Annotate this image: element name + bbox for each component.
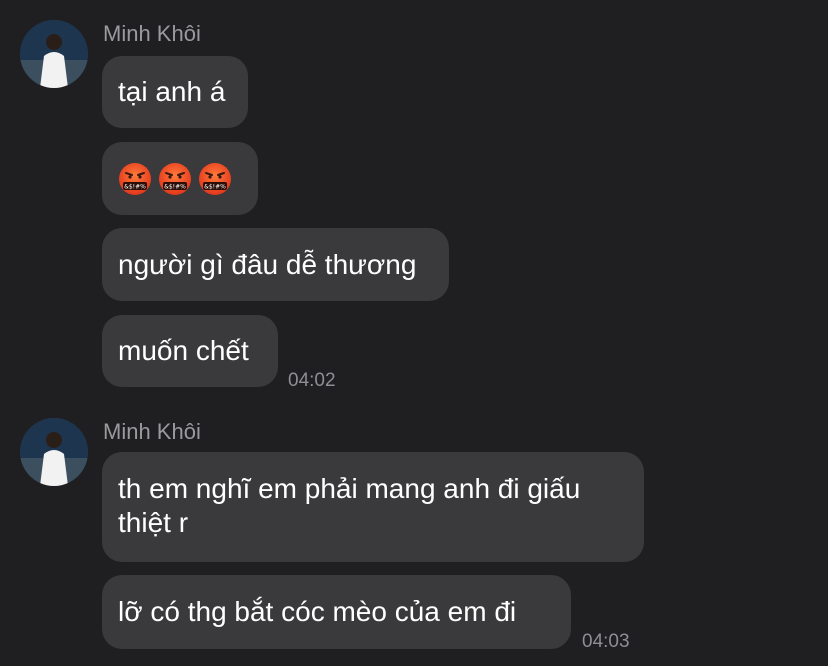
sender-name: Minh Khôi xyxy=(103,21,201,46)
face-with-symbols-on-mouth-icon: &$!#% xyxy=(159,162,191,195)
svg-text:&$!#%: &$!#% xyxy=(164,183,186,190)
message-text: người gì đâu dễ thương xyxy=(118,248,417,280)
message-bubble[interactable]: tại anh á xyxy=(102,56,248,128)
avatar[interactable] xyxy=(20,418,88,486)
message-bubble[interactable]: th em nghĩ em phải mang anh đi giấu thiệ… xyxy=(102,452,644,562)
avatar-photo xyxy=(20,418,88,486)
face-with-symbols-on-mouth-icon: &$!#% xyxy=(199,162,231,195)
svg-text:&$!#%: &$!#% xyxy=(124,183,146,190)
message-timestamp: 04:03 xyxy=(582,631,630,652)
avatar-photo xyxy=(20,20,88,88)
sender-name: Minh Khôi xyxy=(103,419,201,444)
message-timestamp: 04:02 xyxy=(288,370,336,391)
message-bubble[interactable]: người gì đâu dễ thương xyxy=(102,228,449,301)
message-bubble[interactable]: lỡ có thg bắt cóc mèo của em đi xyxy=(102,575,571,649)
message-bubble[interactable]: muốn chết xyxy=(102,315,278,387)
avatar[interactable] xyxy=(20,20,88,88)
message-text: th em nghĩ em phải mang anh đi giấu thiệ… xyxy=(118,473,581,538)
message-text: tại anh á xyxy=(118,76,226,107)
message-bubble-emoji[interactable]: &$!#% &$!#% &$!#% xyxy=(102,142,258,215)
emoji-row: &$!#% &$!#% &$!#% xyxy=(118,162,232,196)
message-text: lỡ có thg bắt cóc mèo của em đi xyxy=(118,596,517,627)
chat-thread: Minh Khôi tại anh á &$!#% &$!#% &$!#% ng… xyxy=(0,0,828,666)
message-text: muốn chết xyxy=(118,335,249,366)
svg-text:&$!#%: &$!#% xyxy=(204,183,226,190)
face-with-symbols-on-mouth-icon: &$!#% xyxy=(119,162,151,195)
